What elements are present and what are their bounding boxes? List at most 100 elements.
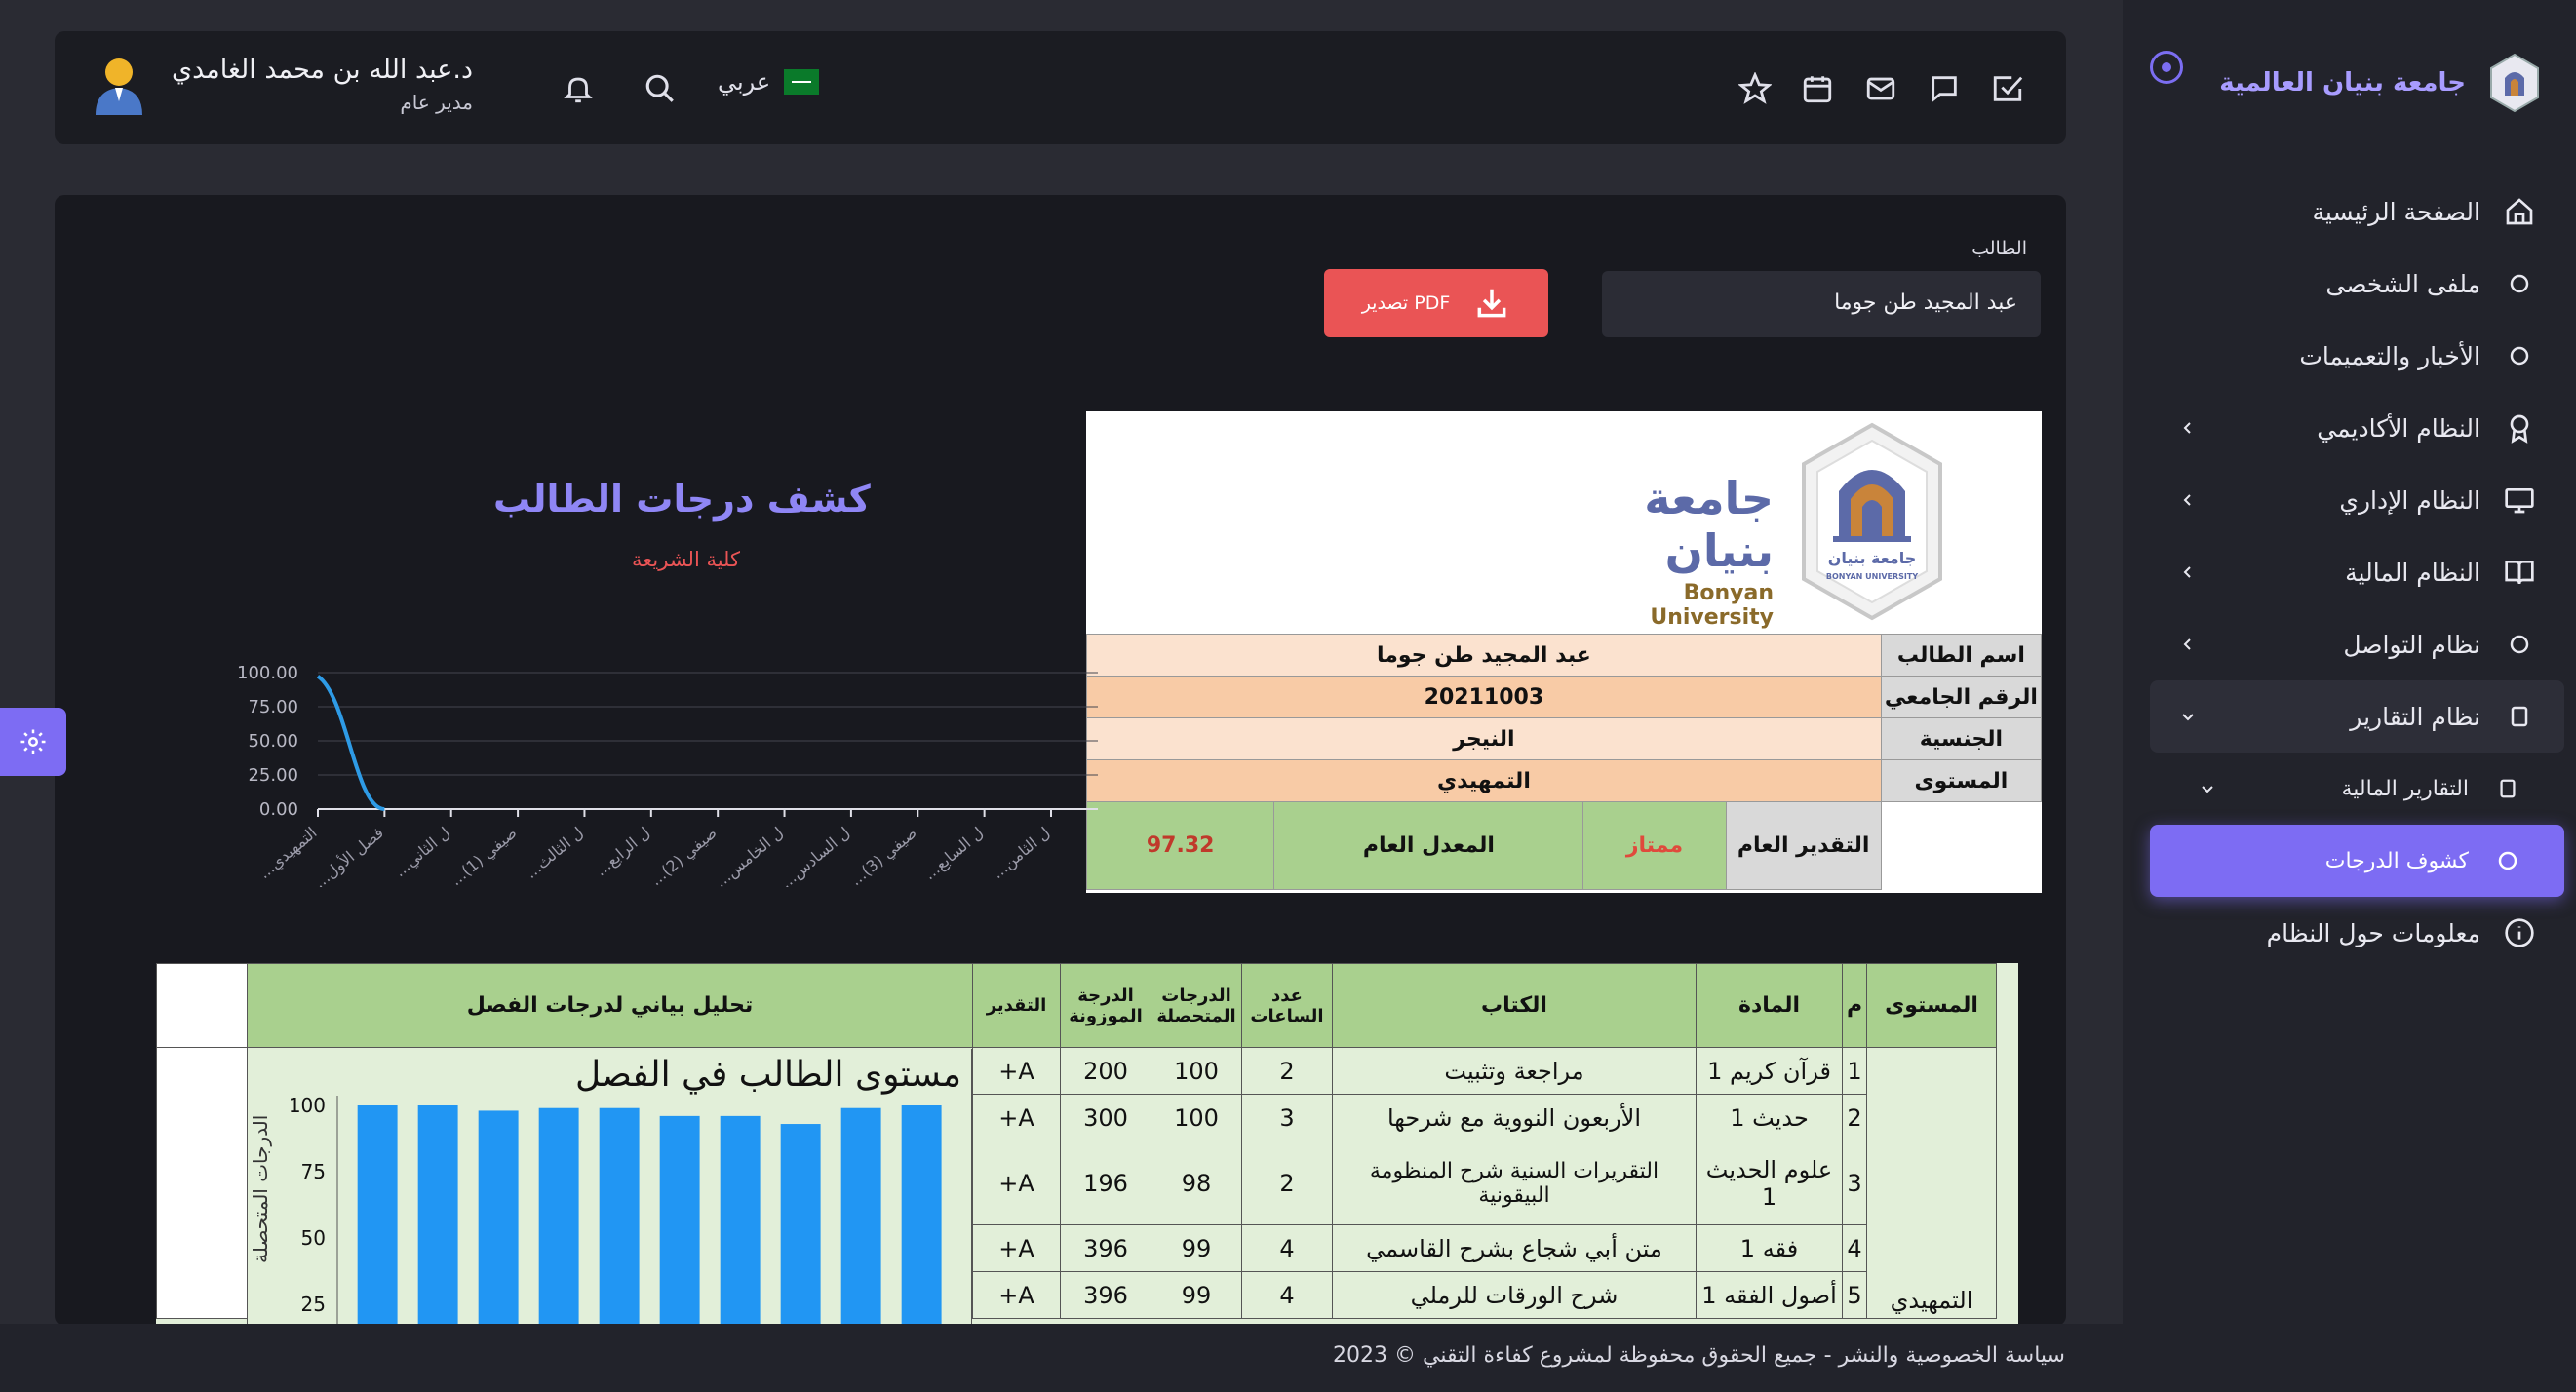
cell-hours: 4 (1241, 1271, 1333, 1319)
cell-weighted: 396 (1060, 1271, 1151, 1319)
y-tick-label: 100 (289, 1094, 326, 1117)
sidebar-item-academic[interactable]: النظام الأكاديمي (2150, 392, 2564, 464)
col-weighted: الدرجة الموزونة (1060, 963, 1151, 1048)
sidebar-nav: الصفحة الرئيسية ملفى الشخصى الأخبار والت… (2150, 175, 2564, 969)
y-tick-label: 25 (301, 1293, 326, 1316)
user-name: د.عبد الله بن محمد الغامدي (172, 54, 473, 85)
footer-text[interactable]: سياسة الخصوصية والنشر - جميع الحقوق محفو… (1333, 1343, 2065, 1368)
sidebar-item-news[interactable]: الأخبار والتعميمات (2150, 320, 2564, 392)
student-select[interactable]: عبد المجيد طن جوما (1602, 271, 2041, 337)
col-obtained: الدرجات المتحصلة (1151, 963, 1242, 1048)
footer: سياسة الخصوصية والنشر - جميع الحقوق محفو… (0, 1324, 2124, 1392)
chart-title: كشف درجات الطالب (493, 478, 871, 521)
col-blank (156, 963, 248, 1048)
table-row: 20211003 الرقم الجامعي (1086, 676, 2043, 718)
sidebar-item-label: النظام الأكاديمي (2317, 413, 2480, 443)
col-book: الكتاب (1332, 963, 1697, 1048)
cell-subject: قرآن كريم 1 (1696, 1047, 1843, 1095)
seal-subtext: BONYAN UNIVERSITY (1826, 572, 1918, 581)
chevron-left-icon (2177, 634, 2199, 655)
col-hours: عدد الساعات (1241, 963, 1333, 1048)
chat-icon[interactable] (1926, 70, 1963, 107)
sidebar-item-label: الصفحة الرئيسية (2312, 197, 2481, 226)
sidebar-item-label: ملفى الشخصى (2325, 269, 2480, 298)
brand[interactable]: جامعة بنيان العالمية (2219, 49, 2542, 117)
sidebar-item-home[interactable]: الصفحة الرئيسية (2150, 175, 2564, 248)
sidebar-item-label: التقارير المالية (2341, 776, 2469, 801)
report-header: جامعة بنيان BONYAN UNIVERSITY جامعة بنيا… (1085, 411, 2043, 893)
cell-subject: علوم الحديث 1 (1696, 1141, 1843, 1225)
y-tick-label: 25.00 (248, 765, 298, 786)
y-tick-label: 75 (301, 1160, 326, 1183)
cell-grade: A+ (972, 1271, 1061, 1319)
cell-hours: 2 (1241, 1047, 1333, 1095)
x-tick-label: ...التمهيدي (254, 824, 321, 883)
bell-icon[interactable] (560, 70, 597, 107)
y-tick-label: 75.00 (248, 697, 298, 717)
language-switch[interactable]: عربي (718, 68, 820, 96)
x-tick-label: ...ل السادس (777, 824, 854, 887)
sidebar-item-finance[interactable]: النظام المالية (2150, 536, 2564, 608)
grades-detail-table: المستوى م المادة الكتاب عدد الساعات الدر… (156, 963, 2018, 1326)
cell-subject: حديث 1 (1696, 1094, 1843, 1141)
language-label: عربي (718, 68, 771, 96)
cell-grade: A+ (972, 1047, 1061, 1095)
cell-weighted: 200 (1060, 1047, 1151, 1095)
x-tick-label: ...صيفي (3) (846, 824, 920, 887)
bar (357, 1105, 398, 1326)
star-icon[interactable] (1737, 70, 1774, 107)
x-tick-label: ...ل الثالث (522, 824, 587, 883)
cell-hours: 3 (1241, 1094, 1333, 1141)
cell-no: 1 (1842, 1047, 1867, 1095)
sidebar-item-communication[interactable]: نظام التواصل (2150, 608, 2564, 680)
col-analysis: تحليل بياني لدرجات الفصل (247, 963, 973, 1048)
chevron-left-icon (2177, 561, 2199, 583)
settings-button[interactable] (0, 708, 66, 776)
x-tick-label: ...فصل الأول (309, 823, 387, 887)
cell-hours: 4 (1241, 1224, 1333, 1272)
user-menu[interactable]: د.عبد الله بن محمد الغامدي مدير عام (88, 53, 473, 115)
level-value: التمهيدي (1086, 759, 1882, 802)
circle-icon (2502, 627, 2537, 662)
cell-obtained: 98 (1151, 1141, 1242, 1225)
checkbox-icon[interactable] (1989, 70, 2026, 107)
x-tick-label: ...صيفي (2) (646, 824, 721, 887)
blank-cell (156, 1047, 248, 1319)
export-pdf-button[interactable]: تصدير PDF (1324, 269, 1548, 337)
y-tick-label: 50.00 (248, 731, 298, 752)
sidebar-item-profile[interactable]: ملفى الشخصى (2150, 248, 2564, 320)
overall-grade-label: التقدير العام (1725, 801, 1882, 890)
mail-icon[interactable] (1862, 70, 1899, 107)
cell-obtained: 100 (1151, 1094, 1242, 1141)
sidebar-item-financial-reports[interactable]: التقارير المالية (2150, 753, 2564, 825)
student-name-value: عبد المجيد طن جوما (1086, 634, 1882, 677)
calendar-icon[interactable] (1799, 70, 1836, 107)
sidebar-item-label: النظام المالية (2345, 558, 2480, 587)
table-row: 97.32 المعدل العام ممتاز التقدير العام (1085, 801, 2042, 890)
sidebar-item-about[interactable]: معلومات حول النظام (2150, 897, 2564, 969)
level-cell: التمهيدي (1866, 1047, 1997, 1319)
chevron-left-icon (2177, 489, 2199, 511)
award-icon (2502, 410, 2537, 445)
sidebar-item-reports[interactable]: نظام التقارير (2150, 680, 2564, 753)
sidebar-item-label: الأخبار والتعميمات (2299, 341, 2480, 370)
cell-weighted: 196 (1060, 1141, 1151, 1225)
bar (599, 1107, 640, 1326)
university-logo-icon (2490, 53, 2539, 113)
info-icon (2502, 915, 2537, 950)
table-row: عبد المجيد طن جوما اسم الطالب (1086, 634, 2043, 677)
sidebar-toggle-icon[interactable] (2150, 51, 2183, 84)
saudi-flag-icon (784, 69, 820, 95)
search-icon[interactable] (642, 70, 679, 107)
sidebar-item-admin[interactable]: النظام الإداري (2150, 464, 2564, 536)
gear-icon (20, 729, 46, 754)
semester-line-chart: 100.00 75.00 50.00 25.00 0.00 ...التمهيدي...ف… (237, 663, 1098, 887)
cell-book: الأربعون النووية مع شرحها (1332, 1094, 1697, 1141)
cell-grade: A+ (972, 1224, 1061, 1272)
col-subject: المادة (1696, 963, 1843, 1048)
cell-book: شرح الورقات للرملي (1332, 1271, 1697, 1319)
sidebar-item-transcripts[interactable]: كشوف الدرجات (2150, 825, 2564, 897)
bar (901, 1105, 942, 1326)
y-tick-label: 0.00 (259, 799, 298, 820)
cell-obtained: 100 (1151, 1047, 1242, 1095)
